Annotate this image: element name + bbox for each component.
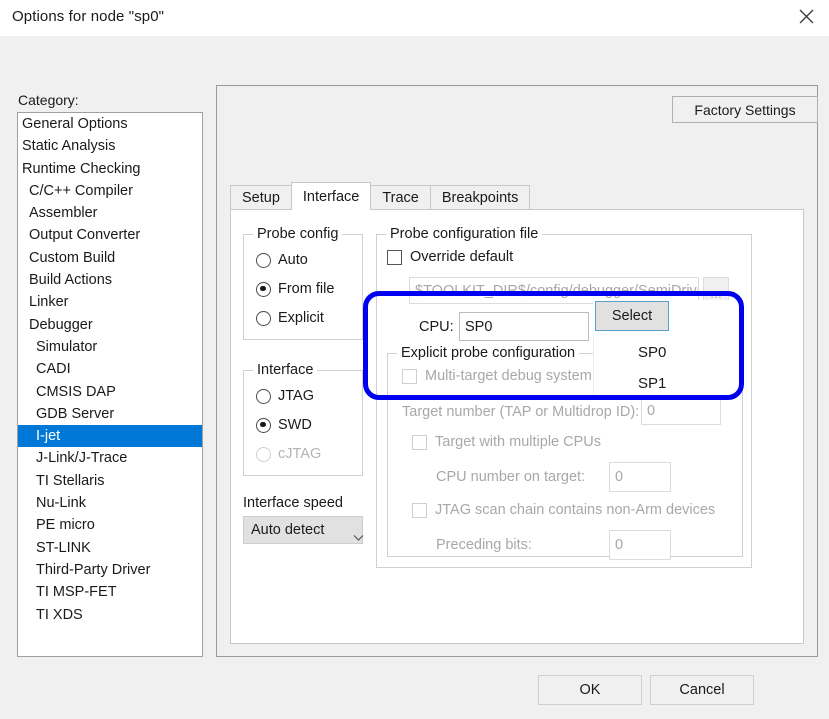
interface-tab-panel: Probe config Auto From file Explicit Int… (230, 209, 804, 644)
radio-label: SWD (278, 417, 312, 433)
tab-trace[interactable]: Trace (370, 185, 431, 210)
tab-breakpoints[interactable]: Breakpoints (429, 185, 531, 210)
checkbox-multi-target-debug-system: Multi-target debug system (402, 368, 592, 384)
probe-config-path-value: $TOOLKIT_DIR$/config/debugger/SemiDrive/ (415, 282, 699, 299)
checkbox-label: Multi-target debug system (425, 368, 592, 384)
radio-indicator (256, 281, 271, 297)
sidebar-item-ti-xds[interactable]: TI XDS (18, 604, 202, 626)
tab-strip: Setup Interface Trace Breakpoints (230, 182, 531, 210)
interface-speed-value: Auto detect (251, 522, 325, 538)
checkbox-override-default[interactable]: Override default (387, 249, 513, 265)
checkbox-label: Target with multiple CPUs (435, 434, 601, 450)
cpu-select-dropdown[interactable]: SP0 SP1 (593, 337, 740, 400)
target-number-input: 0 (641, 397, 721, 425)
checkbox-jtag-scan-chain: JTAG scan chain contains non-Arm devices (412, 502, 715, 518)
target-number-label: Target number (TAP or Multidrop ID): (402, 404, 640, 420)
interface-group: Interface JTAG SWD cJTAG (243, 362, 363, 476)
cancel-button[interactable]: Cancel (650, 675, 754, 705)
radio-label: From file (278, 281, 335, 297)
sidebar-item-simulator[interactable]: Simulator (18, 336, 202, 358)
factory-settings-button[interactable]: Factory Settings (672, 96, 818, 123)
interface-speed-label: Interface speed (243, 495, 343, 511)
radio-indicator (256, 388, 271, 404)
checkbox-label: Override default (410, 249, 514, 265)
interface-speed-combo[interactable]: Auto detect (243, 516, 364, 544)
checkbox-label: JTAG scan chain contains non-Arm devices (435, 502, 716, 518)
explicit-probe-config-legend: Explicit probe configuration (397, 345, 580, 361)
radio-probe-explicit[interactable]: Explicit (256, 310, 324, 326)
radio-indicator (256, 446, 271, 462)
sidebar-item-ti-msp-fet[interactable]: TI MSP-FET (18, 581, 202, 603)
preceding-bits-input: 0 (609, 530, 671, 560)
sidebar-item-output-converter[interactable]: Output Converter (18, 224, 202, 246)
ok-button[interactable]: OK (538, 675, 642, 705)
preceding-bits-value: 0 (615, 537, 624, 553)
radio-indicator (256, 252, 271, 268)
sidebar-item-general-options[interactable]: General Options (18, 113, 202, 135)
dropdown-item-sp0[interactable]: SP0 (594, 337, 740, 368)
sidebar-item-gdb-server[interactable]: GDB Server (18, 403, 202, 425)
tab-interface[interactable]: Interface (290, 182, 372, 210)
probe-config-legend: Probe config (253, 226, 343, 242)
sidebar-item-custom-build[interactable]: Custom Build (18, 247, 202, 269)
interface-legend: Interface (253, 362, 318, 378)
preceding-bits-label: Preceding bits: (436, 537, 532, 553)
checkbox-indicator (412, 502, 427, 518)
cpu-input[interactable]: SP0 (459, 312, 589, 341)
sidebar-item-linker[interactable]: Linker (18, 291, 202, 313)
title-bar: Options for node "sp0" (0, 0, 829, 36)
sidebar-item-j-link-j-trace[interactable]: J-Link/J-Trace (18, 447, 202, 469)
dropdown-item-sp1[interactable]: SP1 (594, 368, 740, 399)
checkbox-indicator (412, 434, 427, 450)
category-label: Category: (18, 92, 79, 108)
radio-interface-swd[interactable]: SWD (256, 417, 312, 433)
target-number-value: 0 (647, 403, 656, 419)
cpu-number-label: CPU number on target: (436, 469, 586, 485)
sidebar-item-cmsis-dap[interactable]: CMSIS DAP (18, 381, 202, 403)
sidebar-item-nu-link[interactable]: Nu-Link (18, 492, 202, 514)
cpu-number-input: 0 (609, 462, 671, 492)
sidebar-item-c-c-compiler[interactable]: C/C++ Compiler (18, 180, 202, 202)
checkbox-target-with-multiple-cpus: Target with multiple CPUs (412, 434, 601, 450)
radio-label: Auto (278, 252, 308, 268)
sidebar-item-i-jet[interactable]: I-jet (18, 425, 202, 448)
sidebar-item-build-actions[interactable]: Build Actions (18, 269, 202, 291)
radio-probe-auto[interactable]: Auto (256, 252, 308, 268)
sidebar-item-st-link[interactable]: ST-LINK (18, 537, 202, 559)
probe-config-group: Probe config Auto From file Explicit (243, 226, 363, 340)
probe-config-file-legend: Probe configuration file (386, 226, 543, 242)
radio-label: cJTAG (278, 446, 322, 462)
radio-interface-cjtag: cJTAG (256, 446, 321, 462)
cpu-select-button[interactable]: Select (595, 301, 669, 331)
sidebar-item-pe-micro[interactable]: PE micro (18, 514, 202, 536)
sidebar-item-assembler[interactable]: Assembler (18, 202, 202, 224)
radio-label: Explicit (278, 310, 324, 326)
radio-indicator (256, 310, 271, 326)
radio-interface-jtag[interactable]: JTAG (256, 388, 314, 404)
checkbox-indicator (402, 368, 417, 384)
sidebar-item-third-party-driver[interactable]: Third-Party Driver (18, 559, 202, 581)
sidebar-item-cadi[interactable]: CADI (18, 358, 202, 380)
sidebar-item-static-analysis[interactable]: Static Analysis (18, 135, 202, 157)
sidebar-item-ti-stellaris[interactable]: TI Stellaris (18, 470, 202, 492)
probe-config-file-group: Probe configuration file Override defaul… (376, 226, 752, 568)
sidebar-item-runtime-checking[interactable]: Runtime Checking (18, 158, 202, 180)
close-icon[interactable] (783, 0, 829, 32)
cpu-number-value: 0 (615, 469, 624, 485)
options-dialog: Options for node "sp0" Category: General… (0, 0, 829, 719)
radio-probe-from-file[interactable]: From file (256, 281, 334, 297)
category-list[interactable]: General Options Static Analysis Runtime Ch… (17, 112, 203, 657)
cpu-value: SP0 (465, 318, 493, 335)
radio-indicator (256, 417, 271, 433)
cpu-label: CPU: (419, 319, 454, 335)
dialog-title: Options for node "sp0" (12, 8, 165, 25)
checkbox-indicator (387, 249, 402, 265)
radio-label: JTAG (278, 388, 314, 404)
sidebar-item-debugger[interactable]: Debugger (18, 314, 202, 336)
tab-setup[interactable]: Setup (230, 185, 292, 210)
